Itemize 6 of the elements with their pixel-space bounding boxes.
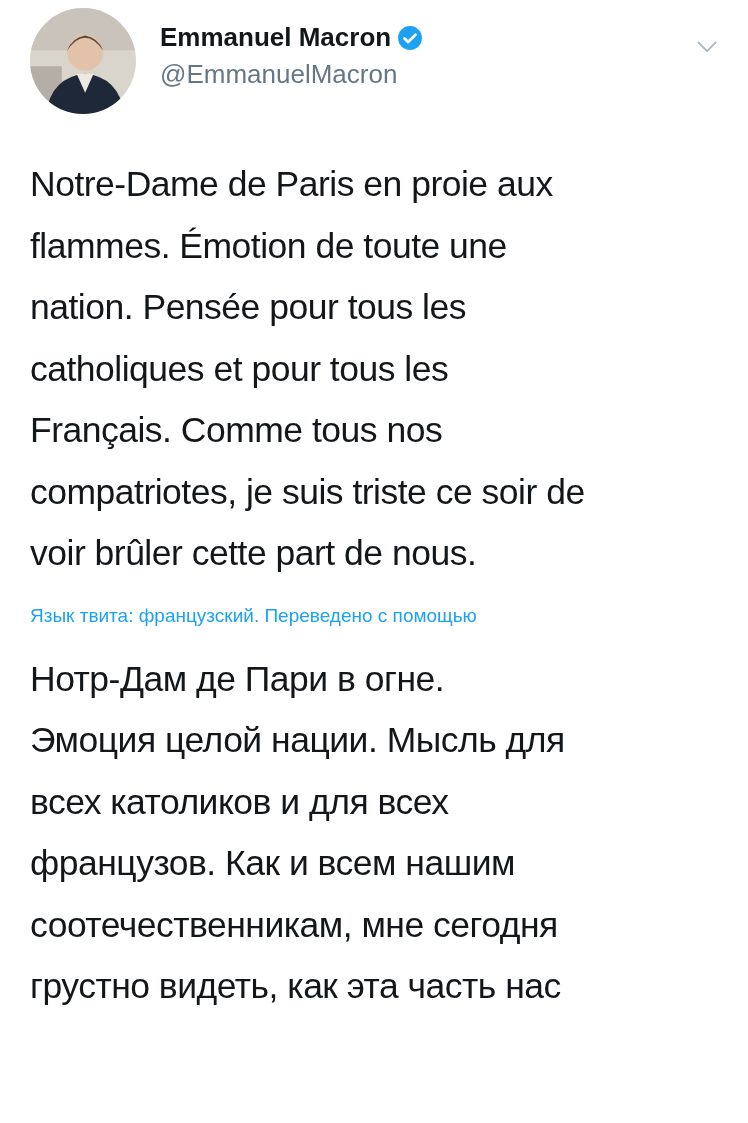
author-name[interactable]: Emmanuel Macron (160, 22, 392, 53)
translation-link[interactable]: Язык твита: французский. Переведено с помощью (30, 604, 477, 627)
tweet-text: Notre-Dame de Paris en proie aux flammes. Émotion de toute une nation. Pensée pour tous les catholiques et pour tous les Français. Comme tous nos compatriotes, je suis triste ce soir de voir brûler cette part de nous. (30, 163, 586, 575)
chevron-down-icon[interactable] (696, 40, 718, 53)
author-handle[interactable]: @EmmanuelMacron (160, 59, 424, 90)
translated-text: Нотр-Дам де Пари в огне. Эмоция целой нации. Мысль для всех католиков и для всех французов. Как и всем нашим соотечественникам, мне сегодня грустно видеть, как эта часть нас (30, 657, 566, 1008)
